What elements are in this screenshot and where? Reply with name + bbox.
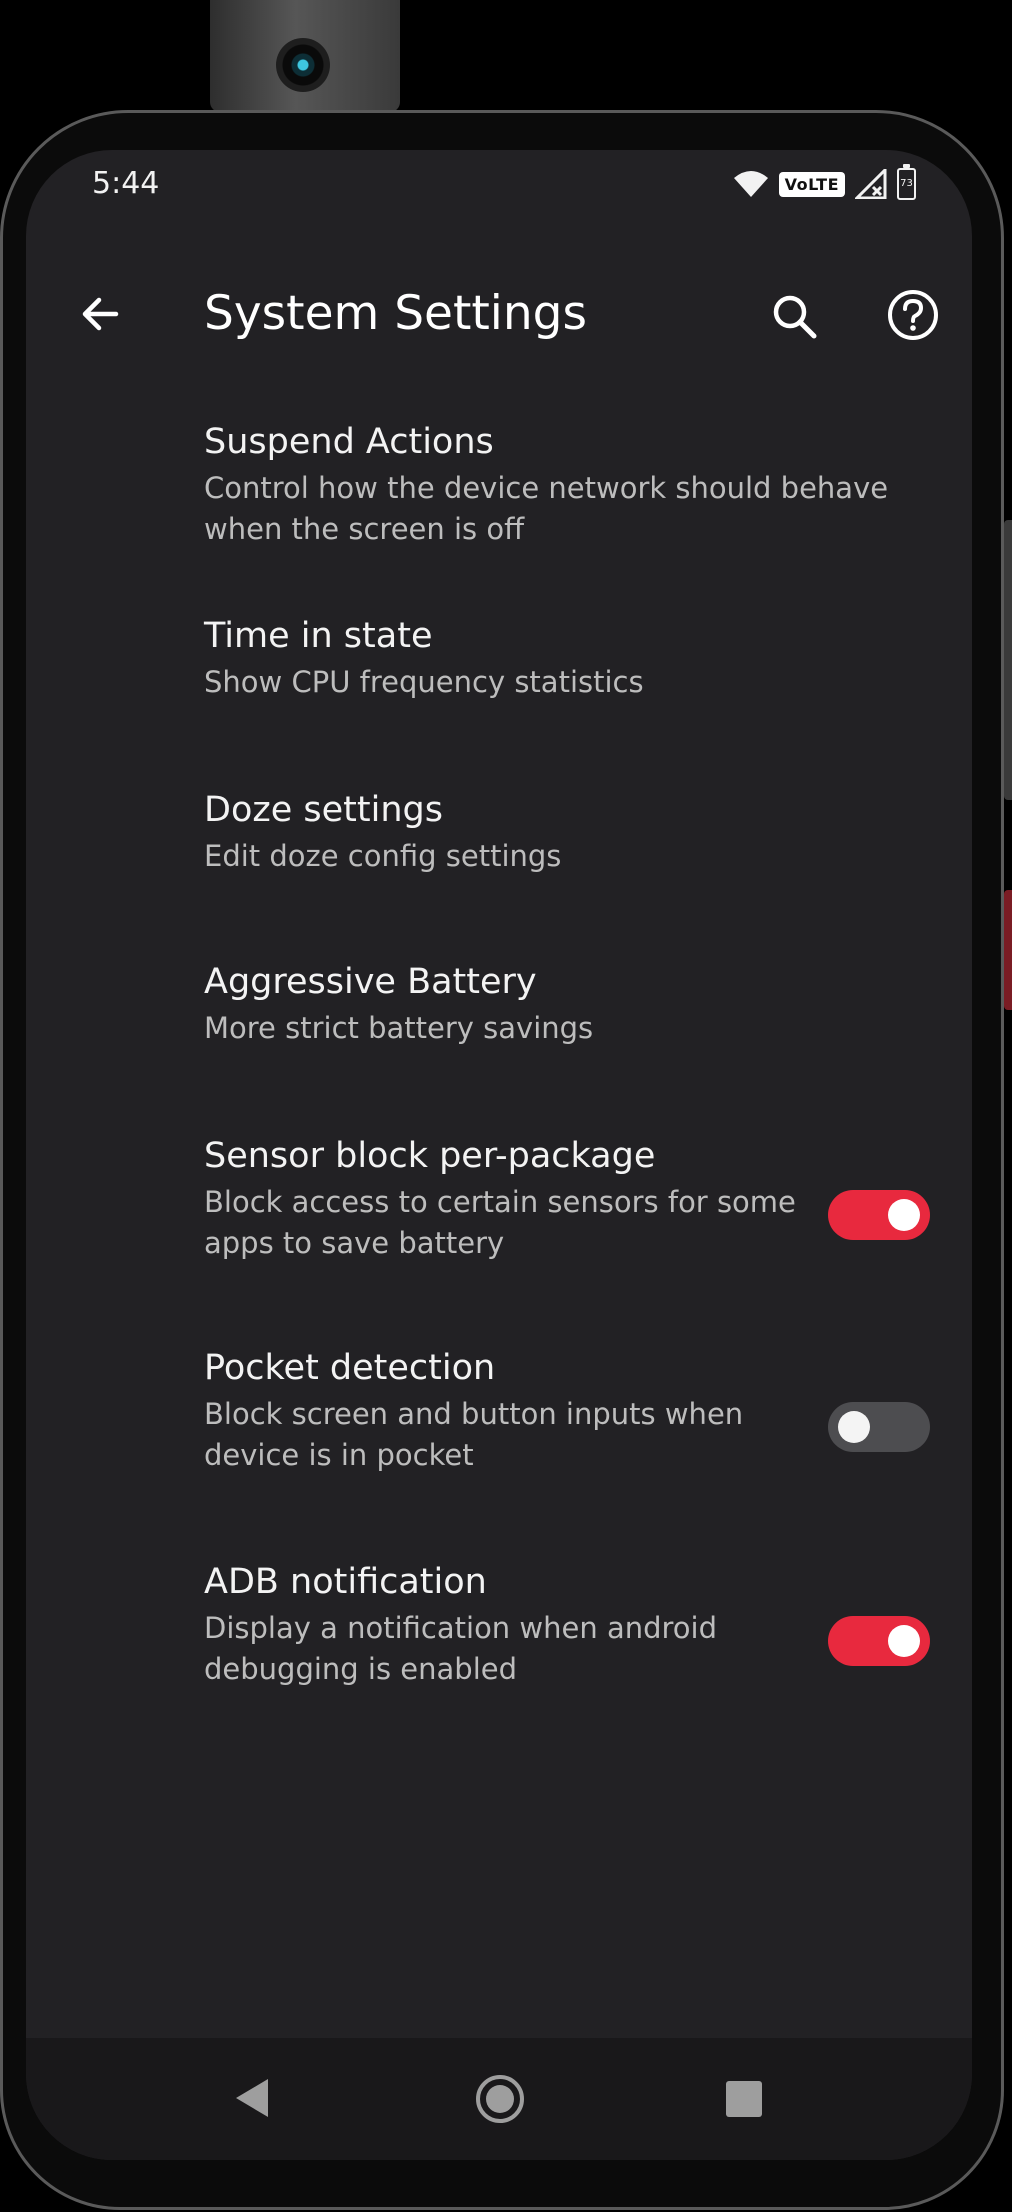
nav-home-icon[interactable] — [476, 2075, 524, 2123]
setting-summary: Control how the device network should be… — [204, 471, 889, 546]
volume-key — [1004, 520, 1012, 800]
setting-title: Time in state — [204, 616, 433, 656]
navigation-bar — [26, 2038, 972, 2160]
setting-summary: Block access to certain sensors for some… — [204, 1185, 796, 1260]
setting-time-in-state[interactable]: Time in state Show CPU frequency statist… — [26, 588, 972, 764]
setting-title: Suspend Actions — [204, 422, 494, 462]
setting-summary: Display a notification when android debu… — [204, 1611, 717, 1686]
search-icon[interactable] — [766, 288, 824, 346]
status-time: 5:44 — [92, 166, 160, 201]
setting-title: Sensor block per-package — [204, 1136, 656, 1176]
setting-summary: More strict battery savings — [204, 1011, 594, 1045]
setting-sensor-block[interactable]: Sensor block per-package Block access to… — [26, 1108, 972, 1322]
signal-icon — [855, 169, 887, 199]
back-arrow-icon[interactable] — [74, 288, 126, 340]
setting-summary: Show CPU frequency statistics — [204, 665, 644, 699]
pocket-detection-toggle[interactable] — [828, 1402, 930, 1452]
toggle-knob — [888, 1199, 920, 1231]
top-app-bar: System Settings — [26, 248, 972, 388]
setting-title: Doze settings — [204, 790, 443, 830]
nav-back-icon[interactable] — [236, 2079, 268, 2117]
popup-camera — [210, 0, 400, 112]
setting-pocket-detection[interactable]: Pocket detection Block screen and button… — [26, 1322, 972, 1536]
setting-summary: Block screen and button inputs when devi… — [204, 1397, 744, 1472]
toggle-knob — [838, 1411, 870, 1443]
page-title: System Settings — [204, 286, 587, 341]
status-icons: VoLTE 73 — [733, 164, 916, 200]
setting-summary: Edit doze config settings — [204, 839, 562, 873]
screen: 5:44 VoLTE 73 System Settings Suspend Ac… — [26, 150, 972, 2160]
sensor-block-toggle[interactable] — [828, 1190, 930, 1240]
adb-notification-toggle[interactable] — [828, 1616, 930, 1666]
battery-icon: 73 — [897, 164, 916, 200]
power-key — [1004, 890, 1012, 1010]
camera-lens — [276, 38, 330, 92]
setting-suspend-actions[interactable]: Suspend Actions Control how the device n… — [26, 388, 972, 588]
device-frame: 5:44 VoLTE 73 System Settings Suspend Ac… — [0, 0, 1012, 2212]
setting-adb-notification[interactable]: ADB notification Display a notification … — [26, 1536, 972, 1750]
volte-icon: VoLTE — [778, 171, 845, 197]
toggle-knob — [888, 1625, 920, 1657]
setting-title: Aggressive Battery — [204, 962, 537, 1002]
help-icon[interactable] — [884, 286, 942, 344]
setting-title: Pocket detection — [204, 1348, 496, 1388]
setting-title: ADB notification — [204, 1562, 487, 1602]
setting-doze-settings[interactable]: Doze settings Edit doze config settings — [26, 764, 972, 936]
setting-aggressive-battery[interactable]: Aggressive Battery More strict battery s… — [26, 936, 972, 1108]
wifi-icon — [733, 171, 768, 197]
nav-recents-icon[interactable] — [726, 2081, 762, 2117]
status-bar: 5:44 VoLTE 73 — [26, 150, 972, 248]
battery-level: 73 — [900, 178, 913, 189]
